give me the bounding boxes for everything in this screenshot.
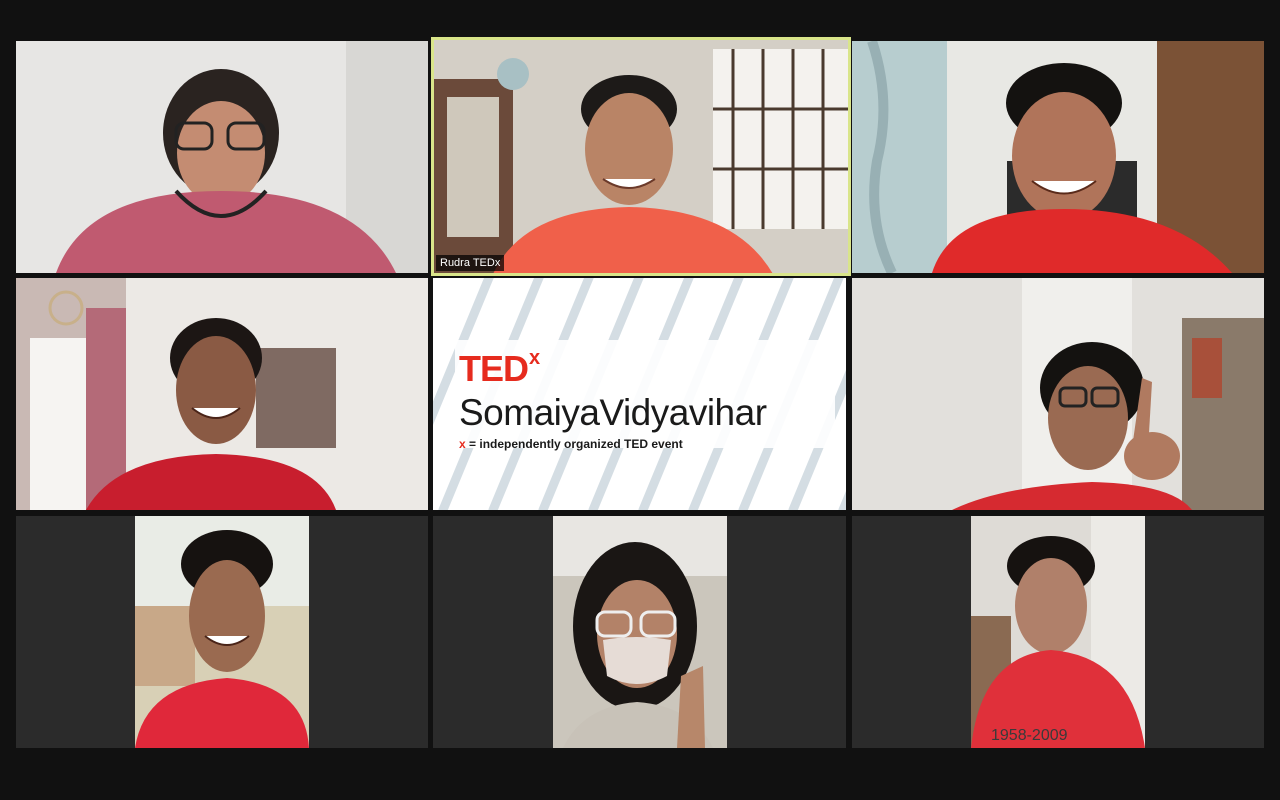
participant-video-6[interactable] (852, 278, 1264, 510)
participant-video-3[interactable] (852, 41, 1264, 273)
ted-event-name: SomaiyaVidyavihar (459, 392, 767, 433)
tedx-logo: TEDx SomaiyaVidyavihar x = independently… (459, 344, 767, 451)
video-frame (135, 516, 309, 748)
tedx-slide-tile[interactable]: TEDx SomaiyaVidyavihar x = independently… (433, 278, 846, 510)
participant-video-4[interactable] (16, 278, 428, 510)
video-frame (16, 41, 428, 273)
participant-video-8[interactable] (433, 516, 846, 748)
video-frame (433, 39, 849, 274)
participant-video-1[interactable] (16, 41, 428, 273)
participant-name-label: Rudra TEDx (436, 255, 505, 271)
portrait-video (135, 516, 309, 748)
ted-tagline: x = independently organized TED event (459, 437, 767, 451)
ted-brand-text: TED (459, 348, 529, 389)
portrait-video: 1958-2009 (971, 516, 1145, 748)
video-frame (852, 278, 1264, 510)
video-frame: 1958-2009 (971, 516, 1145, 748)
participant-video-7[interactable] (16, 516, 428, 748)
shirt-print: 1958-2009 (991, 727, 1068, 744)
participant-video-9[interactable]: 1958-2009 (852, 516, 1264, 748)
ted-tagline-text: = independently organized TED event (465, 437, 683, 451)
video-frame (553, 516, 727, 748)
ted-brand-super: x (529, 347, 540, 369)
portrait-video (553, 516, 727, 748)
video-frame (852, 41, 1264, 273)
ted-brand: TEDx (459, 344, 767, 387)
participant-video-2[interactable]: Rudra TEDx (431, 37, 851, 276)
video-frame (16, 278, 428, 510)
ted-tagline-x: x (459, 437, 466, 451)
